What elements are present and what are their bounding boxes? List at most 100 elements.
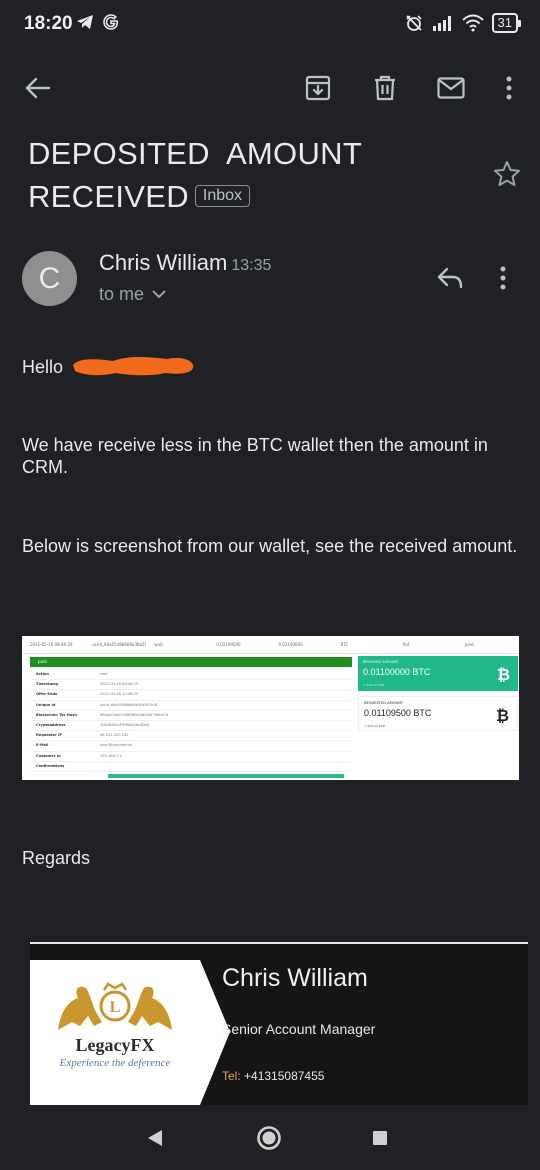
- nav-back-button[interactable]: [140, 1123, 170, 1153]
- wallet-header-cell: 2021-05-16 08:46:29: [30, 642, 73, 647]
- wallet-header-cell: usrid_60a0548b666b38a5f2fc3f: [92, 642, 146, 647]
- email-toolbar: [0, 60, 540, 116]
- wallet-header-cell: wait: [154, 642, 163, 647]
- wallet-header-cell: 0.01109500: [216, 642, 241, 647]
- wallet-detail-key: Action: [36, 672, 49, 676]
- wallet-detail-row: Timestamp 2021-05-16 08:46:29: [30, 680, 352, 691]
- signature-name: Chris William: [222, 964, 368, 992]
- status-bar: 18:20 31: [0, 0, 540, 48]
- wallet-detail-key: Blockchain Tsx Hash: [36, 712, 77, 717]
- archive-icon: [305, 75, 331, 101]
- email-time: 13:35: [231, 257, 272, 274]
- message-more-button[interactable]: [500, 266, 506, 295]
- chevron-down-icon: [152, 290, 166, 299]
- received-fiat: ≈ 610.00 EUR: [363, 683, 385, 687]
- wallet-header-cell: 0.01100000: [278, 642, 303, 647]
- wallet-details-table: Action wait Timestamp 2021-05-16 08:46:29 Of…: [30, 670, 352, 772]
- wallet-detail-value: wait: [100, 672, 108, 676]
- subject-line-2-text: RECEIVED: [28, 179, 189, 214]
- requested-amount-card: REQUESTED AMOUNT 0.01109500 BTC ≈ 615.00…: [358, 696, 518, 731]
- delete-button[interactable]: [367, 70, 403, 106]
- wallet-detail-value: usrid_60a0548b666b38a5f2fc3f: [100, 702, 158, 707]
- status-time: 18:20: [24, 13, 73, 34]
- recipient-toggle[interactable]: to me: [99, 284, 166, 305]
- received-label: RECEIVED AMOUNT: [363, 660, 399, 664]
- system-nav-bar: [0, 1105, 540, 1170]
- wallet-detail-key: Offer Ends: [36, 692, 58, 697]
- status-left-icons: [76, 13, 120, 31]
- more-options-button[interactable]: [491, 70, 527, 106]
- sender-name: Chris William: [99, 250, 228, 275]
- wallet-detail-key: Customer Ip: [36, 753, 61, 758]
- wallet-detail-value: 89ba208eb0c0f8f8fa2a8fb0a798ba7b: [100, 712, 169, 717]
- reply-icon: [437, 267, 463, 289]
- closing: Regards: [22, 848, 91, 868]
- requested-fiat: ≈ 615.00 EUR: [364, 724, 386, 728]
- wallet-header-row: 2021-05-16 08:46:29 usrid_60a0548b666b38a…: [22, 636, 519, 654]
- received-amount: 0.01100000 BTC: [363, 667, 431, 677]
- google-icon: [103, 14, 119, 30]
- nav-home-button[interactable]: [254, 1123, 284, 1153]
- home-circle-icon: [257, 1126, 281, 1150]
- wallet-detail-row: Offer Ends 2021-05-16 10:46:29: [30, 690, 352, 701]
- wallet-detail-row: E-Mail user@provider.de: [30, 741, 352, 752]
- logo-tagline: Experience the deference: [59, 1057, 171, 1069]
- mail-icon: [437, 77, 465, 99]
- email-subject: DEPOSITED AMOUNT RECEIVED Inbox: [28, 132, 468, 218]
- status-right-icons: 31: [404, 13, 522, 33]
- nav-recents-button[interactable]: [365, 1123, 395, 1153]
- signature-title: Senior Account Manager: [222, 1021, 376, 1037]
- battery-icon: 31: [491, 13, 522, 33]
- bitcoin-icon: ₿: [495, 706, 509, 725]
- more-vert-icon: [500, 266, 506, 290]
- phone-label: Tel:: [222, 1069, 241, 1083]
- recipient-label: to me: [99, 284, 145, 304]
- archive-button[interactable]: [300, 70, 336, 106]
- wallet-detail-row: Confirmations: [30, 762, 352, 772]
- wallet-status-bar: paid: [30, 657, 352, 667]
- star-icon: [494, 161, 520, 186]
- wallet-detail-value: 2021-05-16 08:46:29: [100, 682, 139, 687]
- mark-unread-button[interactable]: [433, 70, 469, 106]
- wallet-detail-key: Cryptoaddress: [36, 722, 66, 727]
- wallet-detail-row: Customer Ip 192.168.1.5: [30, 752, 352, 762]
- paragraph-2: Below is screenshot from our wallet, see…: [22, 536, 518, 556]
- wallet-detail-value: 46.251.220.242: [100, 733, 129, 738]
- signature-block: L LegacyFX Experience the deference Chri…: [30, 944, 528, 1105]
- received-amount-card: RECEIVED AMOUNT 0.01100000 BTC ≈ 610.00 …: [358, 656, 518, 691]
- wallet-detail-value: [100, 762, 352, 771]
- sender-avatar[interactable]: C: [22, 251, 77, 306]
- back-button[interactable]: [20, 70, 56, 106]
- reply-button[interactable]: [436, 266, 464, 295]
- inbox-label-chip[interactable]: Inbox: [194, 185, 251, 207]
- wifi-icon: [461, 14, 484, 32]
- wallet-detail-row: Unique Id usrid_60a0548b666b38a5f2fc3f: [30, 701, 352, 711]
- wallet-header-cell: fiat: [402, 642, 410, 647]
- subject-line-1: DEPOSITED AMOUNT: [28, 136, 363, 171]
- telegram-icon: [77, 15, 93, 29]
- logo-brand-name: LegacyFX: [75, 1035, 155, 1055]
- wallet-detail-key: Requester IP: [36, 733, 63, 738]
- delete-icon: [375, 75, 395, 101]
- wallet-screenshot-image[interactable]: 2021-05-16 08:46:29 usrid_60a0548b666b38a…: [22, 636, 519, 780]
- confirmations-bar: [108, 774, 344, 778]
- lions-crest-icon: L: [58, 982, 172, 1030]
- requested-amount: 0.01109500 BTC: [364, 708, 432, 718]
- wallet-detail-key: Confirmations: [36, 763, 65, 768]
- wallet-detail-row: Requester IP 46.251.220.242: [30, 731, 352, 742]
- sender-line: Chris William 13:35: [99, 250, 271, 276]
- recents-square-icon: [373, 1131, 387, 1145]
- wallet-detail-key: Timestamp: [36, 682, 59, 687]
- star-button[interactable]: [493, 160, 521, 192]
- wallet-header-cell: paid: [464, 642, 474, 647]
- wallet-detail-row: Cryptoaddress 1GEzB3r4vP3fWaSoJw4DsQ: [30, 721, 352, 732]
- signature-phone[interactable]: Tel: +41315087455: [222, 1069, 324, 1083]
- wallet-detail-row: Action wait: [30, 670, 352, 681]
- bitcoin-icon: ₿: [496, 665, 510, 684]
- wallet-detail-value: 192.168.1.5: [100, 753, 122, 758]
- wallet-detail-value: user@provider.de: [100, 743, 132, 748]
- company-logo: L LegacyFX Experience the deference: [30, 960, 200, 1105]
- signal-icon: [432, 16, 451, 31]
- svg-text:L: L: [110, 999, 121, 1016]
- phone-number: +41315087455: [244, 1069, 325, 1083]
